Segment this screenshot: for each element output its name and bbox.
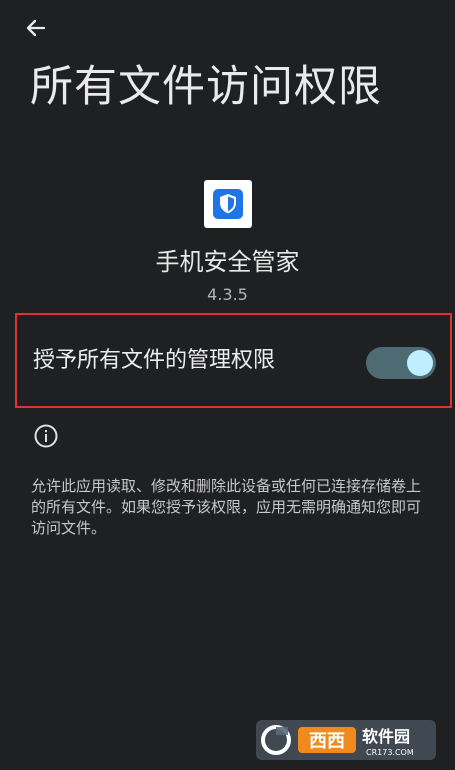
svg-text:西西: 西西 [309, 731, 345, 752]
app-name: 手机安全管家 [155, 248, 300, 276]
page-title: 所有文件访问权限 [30, 62, 382, 112]
permission-toggle[interactable] [366, 347, 436, 379]
back-button[interactable] [18, 10, 54, 46]
settings-screen: 所有文件访问权限 手机安全管家 4.3.5 授予所有文件的管理权限 允许此应用读… [0, 0, 455, 770]
site-watermark-logo: 西西 软件园 CR173.COM [256, 720, 436, 760]
arrow-left-icon [26, 19, 46, 37]
svg-text:CR173.COM: CR173.COM [366, 748, 414, 757]
all-files-permission-row[interactable]: 授予所有文件的管理权限 [15, 313, 452, 408]
shield-check-icon [213, 189, 243, 219]
app-icon [204, 180, 252, 228]
permission-label: 授予所有文件的管理权限 [33, 348, 276, 373]
app-version: 4.3.5 [207, 285, 248, 304]
toggle-thumb [407, 350, 433, 376]
permission-description: 允许此应用读取、修改和删除此设备或任何已连接存储卷上的所有文件。如果您授予该权限… [31, 477, 422, 537]
info-icon [34, 424, 58, 448]
svg-text:软件园: 软件园 [362, 727, 410, 746]
